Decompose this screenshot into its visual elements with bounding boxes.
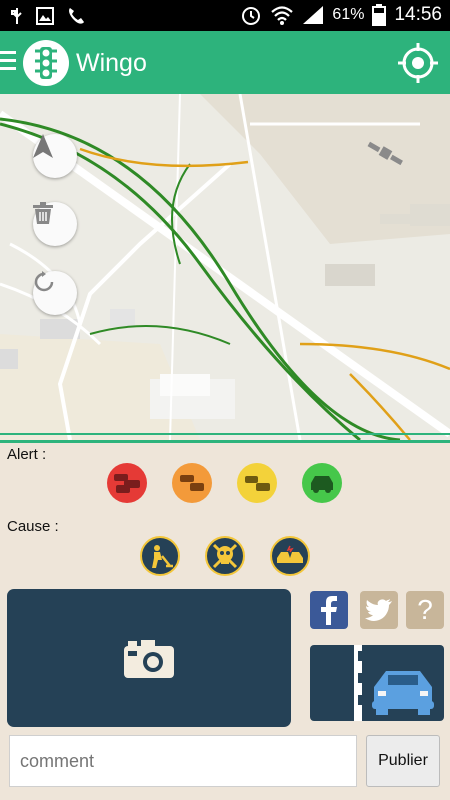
driving-mode-button[interactable] [310,645,444,721]
refresh-icon [34,271,54,292]
gps-locate-button[interactable] [398,43,438,83]
usb-icon [11,8,22,24]
cause-danger-button[interactable] [205,536,245,576]
danger-skull-icon [212,543,238,569]
phone-icon [69,8,84,24]
map-divider [0,440,450,443]
cause-label: Cause : [7,518,59,535]
alarm-icon [242,7,261,25]
compass-button[interactable] [33,134,77,178]
facebook-button[interactable] [310,591,348,629]
navigation-arrow-icon [33,134,53,158]
hamburger-menu-icon[interactable] [0,51,16,73]
app-bar: Wingo [0,31,450,94]
comment-input[interactable] [9,735,357,787]
signal-icon [303,6,324,24]
facebook-icon [321,596,337,625]
take-photo-button[interactable] [7,589,291,727]
moderate-traffic-icon [245,476,270,491]
camera-icon [124,640,174,678]
image-icon [36,7,54,25]
status-bar: 61% 14:56 [0,0,450,31]
battery-text: 61% [332,6,365,23]
publish-button[interactable]: Publier [366,735,440,787]
clock: 14:56 [394,4,442,25]
help-button[interactable]: ? [406,591,444,629]
battery-icon [372,4,387,26]
alert-green-button[interactable] [302,463,342,503]
cause-roadwork-button[interactable] [140,536,180,576]
wifi-icon [271,6,294,25]
car-on-road-icon [354,645,434,721]
trash-icon [33,202,53,224]
traffic-light-icon [35,47,57,79]
delete-button[interactable] [33,202,77,246]
traffic-jam-icon [114,474,140,493]
app-title: Wingo [76,49,147,77]
alert-label: Alert : [7,446,47,463]
app-logo [23,40,69,86]
refresh-button[interactable] [33,271,77,315]
accident-icon [277,545,303,563]
alert-yellow-button[interactable] [237,463,277,503]
slow-traffic-icon [180,475,204,491]
map-view[interactable] [0,94,450,440]
gps-locate-icon [398,43,438,83]
roadwork-icon [152,545,173,568]
alert-red-button[interactable] [107,463,147,503]
cause-accident-button[interactable] [270,536,310,576]
twitter-icon [365,599,392,621]
fluid-traffic-icon [311,476,333,493]
twitter-button[interactable] [360,591,398,629]
alert-orange-button[interactable] [172,463,212,503]
